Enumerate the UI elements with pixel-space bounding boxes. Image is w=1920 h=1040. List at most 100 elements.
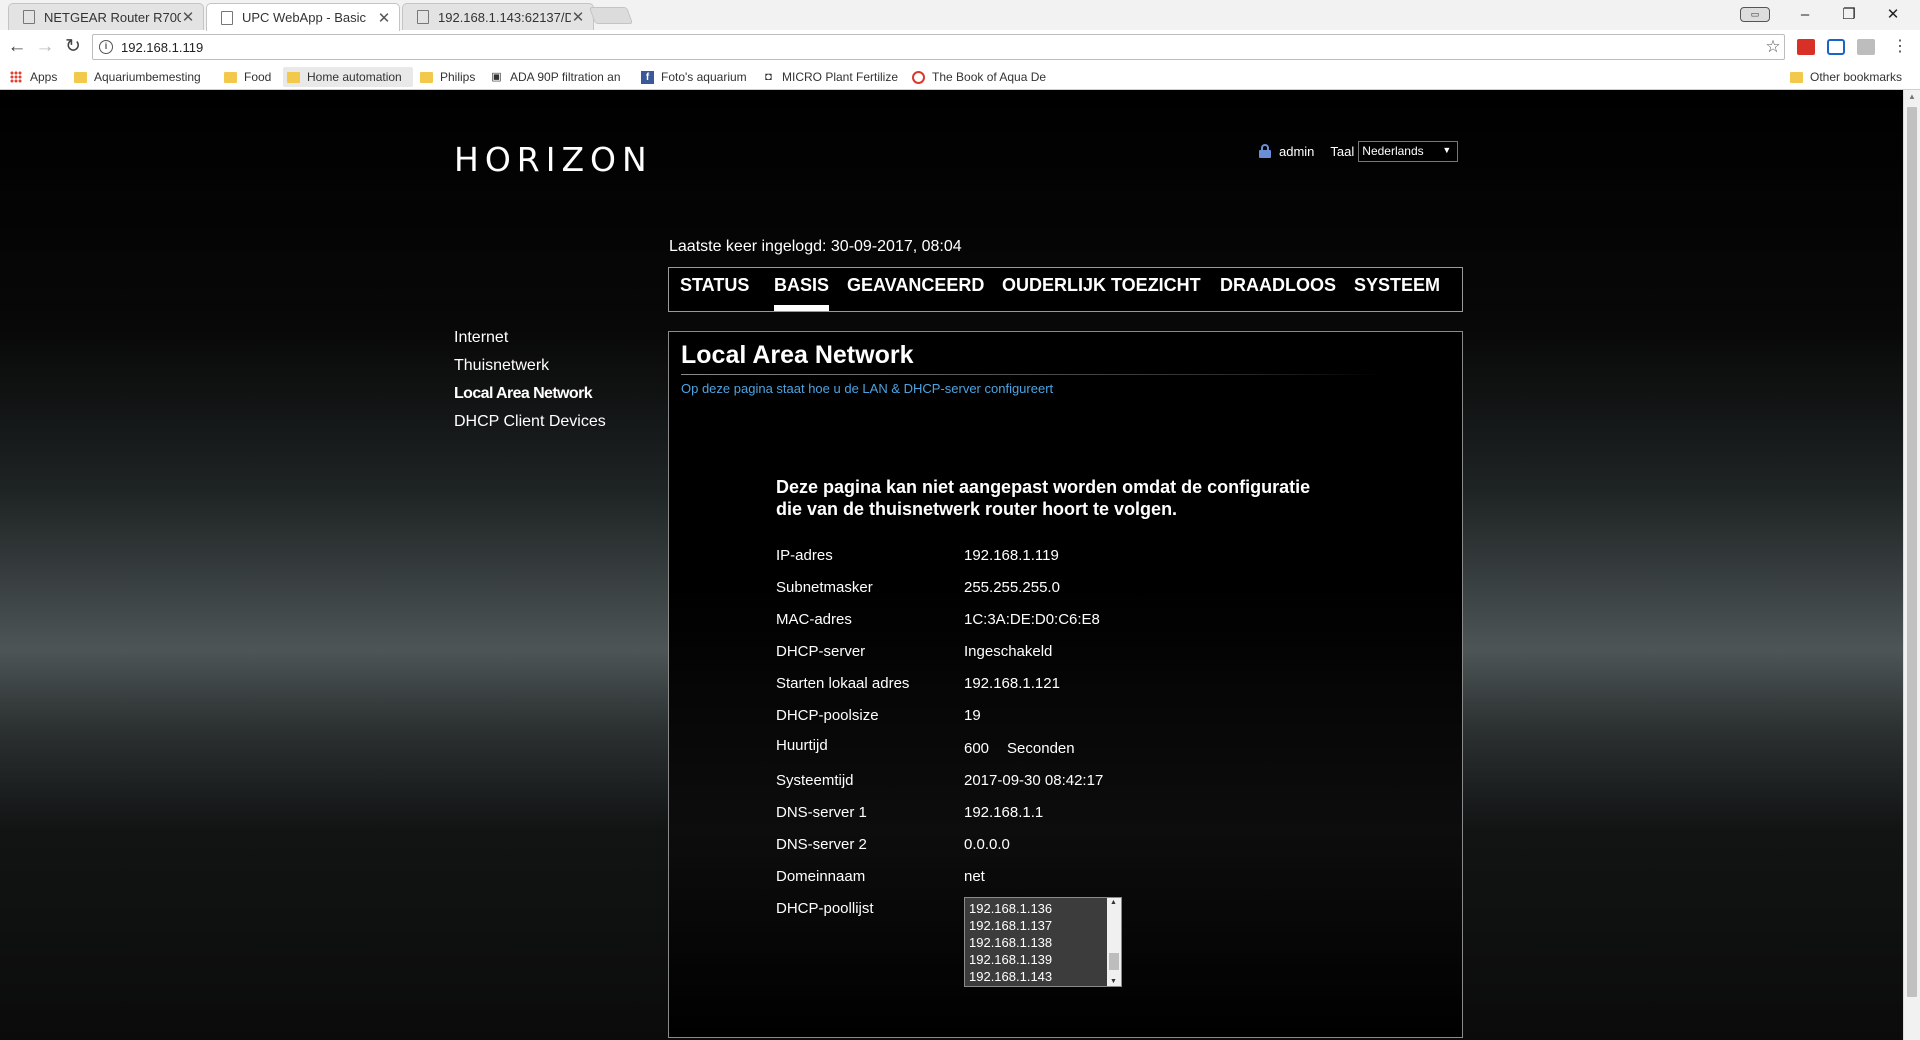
folder-icon <box>287 71 300 83</box>
window-close-icon[interactable]: ✕ <box>1870 2 1916 28</box>
bookmarks-bar: Apps Aquariumbemesting Food Home automat… <box>0 64 1920 90</box>
restore-icon[interactable]: ❐ <box>1826 2 1872 28</box>
field-value: 192.168.1.121 <box>964 675 1060 692</box>
reload-icon[interactable]: ↻ <box>61 35 85 59</box>
scroll-down-icon[interactable]: ▼ <box>1110 978 1117 985</box>
bookmark-link[interactable]: ▣ ADA 90P filtration an <box>490 67 630 87</box>
field-value-group: 600 Seconden <box>964 740 1075 757</box>
scroll-up-icon[interactable]: ▲ <box>1110 899 1117 906</box>
browser-tab-active[interactable]: UPC WebApp - Basic ✕ <box>206 3 400 31</box>
tab-title: NETGEAR Router R7000 <box>44 9 181 25</box>
sidebar-item-thuisnetwerk[interactable]: Thuisnetwerk <box>454 356 606 384</box>
bookmark-link[interactable]: The Book of Aqua De <box>912 67 1052 87</box>
browser-tab[interactable]: NETGEAR Router R7000 ✕ <box>8 3 204 30</box>
user-name[interactable]: admin <box>1279 144 1314 159</box>
browser-tab-strip: NETGEAR Router R7000 ✕ UPC WebApp - Basi… <box>0 0 1920 31</box>
bookmark-label: The Book of Aqua De <box>932 70 1047 84</box>
sidebar-item-dhcp-client-devices[interactable]: DHCP Client Devices <box>454 412 606 440</box>
address-bar[interactable]: i 192.168.1.119 ☆ <box>92 34 1785 60</box>
bookmark-label: Food <box>244 70 272 84</box>
bookmark-label: Apps <box>30 70 58 84</box>
bookmark-label: Foto's aquarium <box>661 70 747 84</box>
field-label: DNS-server 2 <box>776 836 867 853</box>
tab-status[interactable]: STATUS <box>680 268 749 311</box>
back-icon[interactable]: ← <box>5 35 29 59</box>
bookmark-label: Philips <box>440 70 476 84</box>
field-value: 19 <box>964 707 981 724</box>
dhcp-pool-listbox[interactable]: 192.168.1.136 192.168.1.137 192.168.1.13… <box>964 897 1122 987</box>
list-item[interactable]: 192.168.1.139 <box>969 951 1108 968</box>
field-label: Subnetmasker <box>776 579 873 596</box>
listbox-scrollbar[interactable]: ▲ ▼ <box>1107 898 1121 986</box>
title-divider <box>681 374 1381 375</box>
browser-tab[interactable]: 192.168.1.143:62137/De ✕ <box>402 3 594 30</box>
close-tab-icon[interactable]: ✕ <box>377 9 391 27</box>
bookmark-folder[interactable]: Philips <box>420 67 484 87</box>
other-bookmarks[interactable]: Other bookmarks <box>1790 67 1908 87</box>
field-label: DHCP-poolsize <box>776 707 879 724</box>
folder-icon <box>74 71 87 83</box>
field-label: Systeemtijd <box>776 772 854 789</box>
profile-icon[interactable]: ▭ <box>1740 7 1770 22</box>
field-label: Huurtijd <box>776 737 828 754</box>
page-scrollbar[interactable]: ▲ <box>1903 90 1920 1040</box>
field-value: 0.0.0.0 <box>964 836 1010 853</box>
sidebar-item-internet[interactable]: Internet <box>454 328 606 356</box>
scroll-thumb[interactable] <box>1907 107 1917 997</box>
minimize-icon[interactable]: – <box>1782 2 1828 28</box>
bookmark-apps[interactable]: Apps <box>10 67 65 87</box>
bookmark-label: Home automation <box>307 70 402 84</box>
language-select[interactable]: Nederlands ▼ <box>1358 140 1459 162</box>
router-page: HORIZON admin Taal Nederlands ▼ Laatste … <box>0 90 1903 1040</box>
tab-basis[interactable]: BASIS <box>774 268 830 311</box>
notice-line: Deze pagina kan niet aangepast worden om… <box>776 477 1311 497</box>
close-tab-icon[interactable]: ✕ <box>571 8 585 26</box>
forward-icon[interactable]: → <box>33 35 57 59</box>
list-item[interactable]: 192.168.1.143 <box>969 968 1108 985</box>
bookmark-label: MICRO Plant Fertilize <box>782 70 899 84</box>
scroll-up-icon[interactable]: ▲ <box>1908 92 1916 101</box>
pool-items: 192.168.1.136 192.168.1.137 192.168.1.13… <box>965 898 1108 986</box>
notice-line: die van de thuisnetwerk router hoort te … <box>776 499 1178 519</box>
bookmark-star-icon[interactable]: ☆ <box>1762 37 1784 57</box>
bookmark-link[interactable]: ◘ MICRO Plant Fertilize <box>762 67 900 87</box>
lock-icon <box>1258 144 1272 158</box>
bookmark-folder[interactable]: Home automation <box>283 67 413 87</box>
tab-title: UPC WebApp - Basic <box>242 10 367 25</box>
folder-icon <box>420 71 433 83</box>
url-text: 192.168.1.119 <box>121 39 204 55</box>
tab-systeem[interactable]: SYSTEEM <box>1354 268 1440 311</box>
bookmark-link[interactable]: f Foto's aquarium <box>641 67 753 87</box>
bookmark-folder[interactable]: Food <box>224 67 280 87</box>
field-value: 600 <box>964 740 990 757</box>
new-tab-button[interactable] <box>588 7 634 24</box>
page-subtitle: Op deze pagina staat hoe u de LAN & DHCP… <box>681 381 1054 396</box>
language-value: Nederlands <box>1362 144 1424 158</box>
sidebar-item-local-area-network[interactable]: Local Area Network <box>454 384 606 412</box>
field-value: 192.168.1.119 <box>964 547 1059 564</box>
last-login-text: Laatste keer ingelogd: 30-09-2017, 08:04 <box>669 238 962 255</box>
field-label: Domeinnaam <box>776 868 866 885</box>
extension-red-icon[interactable] <box>1797 39 1815 55</box>
field-value: 1C:3A:DE:D0:C6:E8 <box>964 611 1100 628</box>
info-icon[interactable]: i <box>99 40 113 54</box>
page-icon <box>221 10 233 25</box>
list-item[interactable]: 192.168.1.136 <box>969 900 1108 917</box>
tab-geavanceerd[interactable]: GEAVANCEERD <box>847 268 984 311</box>
field-label: DHCP-server <box>776 643 866 660</box>
tab-draadloos[interactable]: DRAADLOOS <box>1220 268 1336 311</box>
list-item[interactable]: 192.168.1.138 <box>969 934 1108 951</box>
close-tab-icon[interactable]: ✕ <box>181 8 195 26</box>
menu-icon[interactable]: ⋮ <box>1888 35 1912 59</box>
field-value: Ingeschakeld <box>964 643 1053 660</box>
list-item[interactable]: 192.168.1.137 <box>969 917 1108 934</box>
tab-ouderlijk-toezicht[interactable]: OUDERLIJK TOEZICHT <box>1002 268 1201 311</box>
facebook-icon: f <box>641 70 654 84</box>
extension-rss-icon[interactable] <box>1827 39 1845 55</box>
scroll-thumb[interactable] <box>1109 953 1119 970</box>
extension-gray-icon[interactable] <box>1857 39 1875 55</box>
content-panel: Local Area Network Op deze pagina staat … <box>668 331 1463 1038</box>
bookmark-folder[interactable]: Aquariumbemesting <box>74 67 210 87</box>
apps-grid-icon <box>10 71 22 83</box>
user-area: admin Taal Nederlands ▼ <box>1258 140 1459 162</box>
